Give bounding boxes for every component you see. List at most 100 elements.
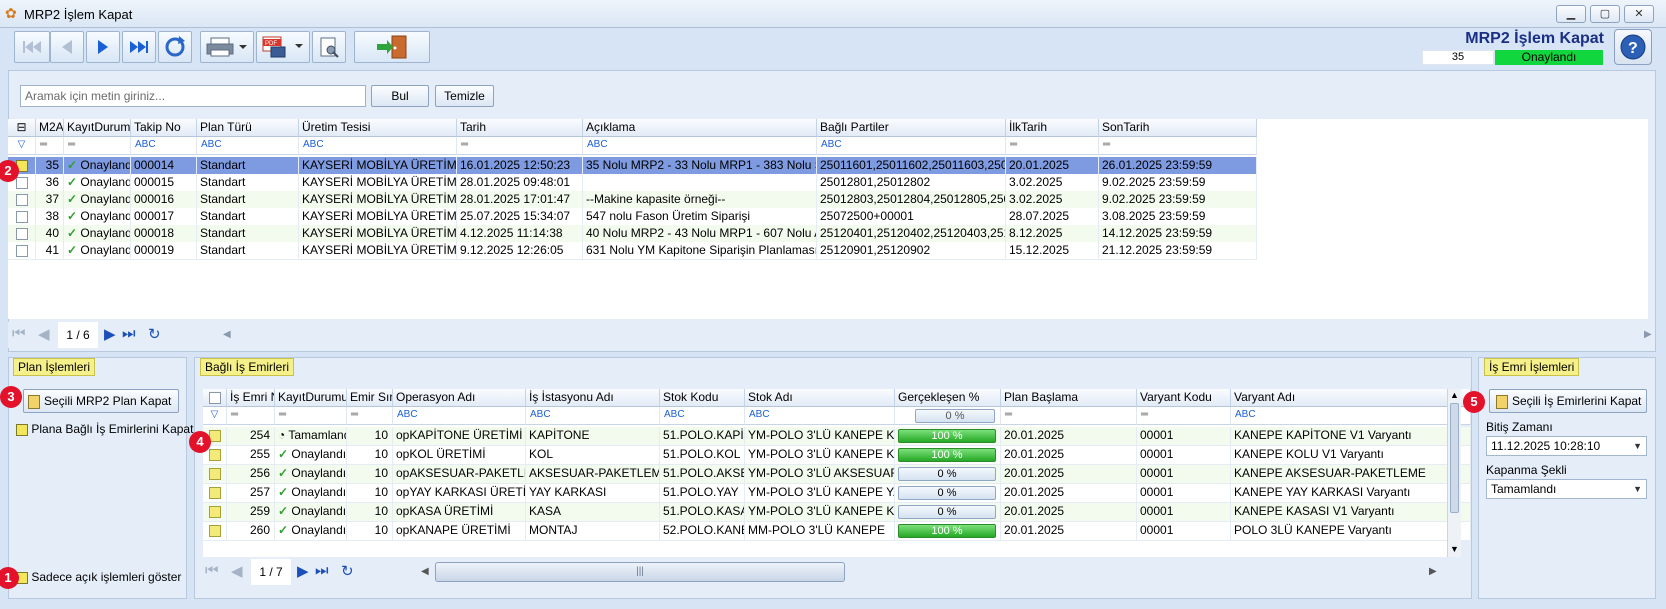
filter-cell[interactable]: ABC bbox=[131, 137, 197, 155]
close-linked-row[interactable]: Plana Bağlı İş Emirlerini Kapat bbox=[16, 422, 193, 436]
column-header[interactable]: Üretim Tesisi bbox=[299, 119, 457, 137]
row-checkbox-cell[interactable] bbox=[8, 208, 36, 226]
row-checkbox[interactable] bbox=[15, 210, 28, 223]
pdf-export-button[interactable]: PDF bbox=[256, 31, 310, 63]
work-pager-first-icon[interactable]: ⏮ bbox=[205, 562, 219, 579]
filter-cell[interactable]: ABC bbox=[393, 407, 526, 425]
filter-cell[interactable]: ═ bbox=[1099, 137, 1257, 155]
row-checkbox[interactable] bbox=[208, 448, 221, 461]
column-header[interactable]: Plan Başlama bbox=[1001, 389, 1137, 407]
work-pager-refresh-icon[interactable]: ↻ bbox=[341, 562, 354, 580]
refresh-button[interactable] bbox=[158, 31, 192, 63]
search-input[interactable]: Aramak için metin giriniz... bbox=[20, 85, 366, 107]
filter-cell[interactable]: ABC bbox=[583, 137, 817, 155]
column-header[interactable]: Varyant Adı bbox=[1231, 389, 1471, 407]
column-header[interactable]: M2ANo bbox=[36, 119, 64, 137]
column-header[interactable]: İş Emri N bbox=[227, 389, 275, 407]
filter-cell[interactable]: ═ bbox=[227, 407, 275, 425]
work-pager-next-icon[interactable]: ▶ bbox=[297, 562, 309, 580]
filter-cell[interactable]: ═ bbox=[457, 137, 583, 155]
percent-filter[interactable]: 0 % bbox=[915, 409, 995, 423]
work-scroll-left-icon[interactable]: ◀ bbox=[421, 566, 429, 577]
filter-cell[interactable]: ABC bbox=[197, 137, 299, 155]
row-checkbox[interactable] bbox=[208, 524, 221, 537]
row-checkbox-cell[interactable] bbox=[203, 503, 227, 522]
column-header[interactable]: Açıklama bbox=[583, 119, 817, 137]
column-header[interactable]: Gerçekleşen % bbox=[895, 389, 1001, 407]
scroll-right-icon[interactable]: ▶ bbox=[1644, 329, 1652, 340]
filter-cell[interactable]: ABC bbox=[817, 137, 1006, 155]
column-header[interactable]: İlkTarih bbox=[1006, 119, 1099, 137]
filter-cell[interactable]: ═ bbox=[64, 137, 131, 155]
close-type-select[interactable]: Tamamlandı ▼ bbox=[1486, 479, 1647, 499]
row-checkbox[interactable] bbox=[15, 176, 28, 189]
pager-refresh-icon[interactable]: ↻ bbox=[148, 325, 161, 343]
select-all-cell[interactable] bbox=[203, 389, 227, 407]
filter-cell[interactable]: ABC bbox=[660, 407, 745, 425]
end-time-picker[interactable]: 11.12.2025 10:28:10 ▼ bbox=[1486, 436, 1647, 456]
column-header[interactable]: Tarih bbox=[457, 119, 583, 137]
column-header[interactable]: Takip No bbox=[131, 119, 197, 137]
close-orders-button[interactable]: Seçili İş Emirlerini Kapat bbox=[1489, 389, 1647, 413]
pager-last-icon[interactable]: ⏭ bbox=[122, 325, 136, 342]
select-all-cell[interactable]: ⊟ bbox=[8, 119, 36, 137]
print-button[interactable] bbox=[200, 31, 254, 63]
last-record-button[interactable] bbox=[122, 31, 156, 63]
filter-cell[interactable]: ═ bbox=[1137, 407, 1231, 425]
row-checkbox[interactable] bbox=[208, 467, 221, 480]
prev-record-button[interactable] bbox=[50, 31, 84, 63]
filter-cell[interactable]: 0 % bbox=[895, 407, 1001, 425]
close-plan-button[interactable]: Seçili MRP2 Plan Kapat bbox=[23, 389, 179, 413]
row-checkbox-cell[interactable] bbox=[203, 465, 227, 484]
column-header[interactable]: Stok Adı bbox=[745, 389, 895, 407]
row-checkbox-cell[interactable] bbox=[203, 484, 227, 503]
column-header[interactable]: İş İstasyonu Adı bbox=[526, 389, 660, 407]
filter-cell[interactable]: ABC bbox=[526, 407, 660, 425]
work-orders-grid[interactable]: İş Emri NKayıtDurumuEmir SıraOperasyon A… bbox=[203, 389, 1471, 557]
settings-button[interactable] bbox=[312, 31, 346, 63]
column-header[interactable]: Varyant Kodu bbox=[1137, 389, 1231, 407]
row-checkbox[interactable] bbox=[15, 227, 28, 240]
column-header[interactable]: Operasyon Adı bbox=[393, 389, 526, 407]
find-button[interactable]: Bul bbox=[371, 85, 429, 107]
exit-button[interactable] bbox=[354, 31, 430, 63]
work-pager-last-icon[interactable]: ⏭ bbox=[315, 562, 329, 579]
scroll-left-icon[interactable]: ◀ bbox=[223, 329, 231, 340]
pager-first-icon[interactable]: ⏮ bbox=[12, 325, 26, 342]
filter-cell[interactable]: ═ bbox=[275, 407, 347, 425]
filter-cell[interactable]: ═ bbox=[1006, 137, 1099, 155]
column-header[interactable]: KayıtDurumu bbox=[64, 119, 131, 137]
filter-cell[interactable]: ABC bbox=[745, 407, 895, 425]
mrp2-grid[interactable]: ⊟M2ANoKayıtDurumuTakip NoPlan TürüÜretim… bbox=[8, 119, 1648, 319]
scroll-up-icon[interactable]: ▲ bbox=[1450, 390, 1459, 400]
row-checkbox[interactable] bbox=[208, 505, 221, 518]
only-open-row[interactable]: Sadece açık işlemleri göster bbox=[16, 570, 181, 584]
column-header[interactable]: SonTarih bbox=[1099, 119, 1257, 137]
column-header[interactable]: KayıtDurumu bbox=[275, 389, 347, 407]
scroll-down-icon[interactable]: ▼ bbox=[1450, 544, 1459, 554]
close-linked-checkbox[interactable] bbox=[16, 423, 28, 436]
first-record-button[interactable] bbox=[14, 31, 50, 63]
hscroll-thumb[interactable]: ||| bbox=[435, 562, 845, 582]
select-all-checkbox[interactable] bbox=[208, 391, 221, 404]
close-button[interactable]: ✕ bbox=[1624, 5, 1654, 23]
row-checkbox-cell[interactable] bbox=[8, 191, 36, 209]
minimize-button[interactable]: ▁ bbox=[1556, 5, 1586, 23]
maximize-button[interactable]: ▢ bbox=[1590, 5, 1620, 23]
filter-cell[interactable]: ABC bbox=[299, 137, 457, 155]
column-header[interactable]: Emir Sıra bbox=[347, 389, 393, 407]
pager-prev-icon[interactable]: ◀ bbox=[38, 325, 50, 343]
pager-next-icon[interactable]: ▶ bbox=[104, 325, 116, 343]
work-scroll-right-icon[interactable]: ▶ bbox=[1429, 566, 1437, 577]
column-header[interactable]: Plan Türü bbox=[197, 119, 299, 137]
row-checkbox[interactable] bbox=[208, 486, 221, 499]
filter-cell[interactable]: ═ bbox=[1001, 407, 1137, 425]
filter-cell[interactable]: ABC bbox=[1231, 407, 1471, 425]
row-checkbox[interactable] bbox=[15, 193, 28, 206]
next-record-button[interactable] bbox=[86, 31, 120, 63]
work-pager-prev-icon[interactable]: ◀ bbox=[231, 562, 243, 580]
help-button[interactable]: ? bbox=[1614, 29, 1652, 65]
row-checkbox-cell[interactable] bbox=[8, 225, 36, 243]
vscroll-thumb[interactable] bbox=[1450, 403, 1459, 513]
filter-cell[interactable]: ═ bbox=[347, 407, 393, 425]
